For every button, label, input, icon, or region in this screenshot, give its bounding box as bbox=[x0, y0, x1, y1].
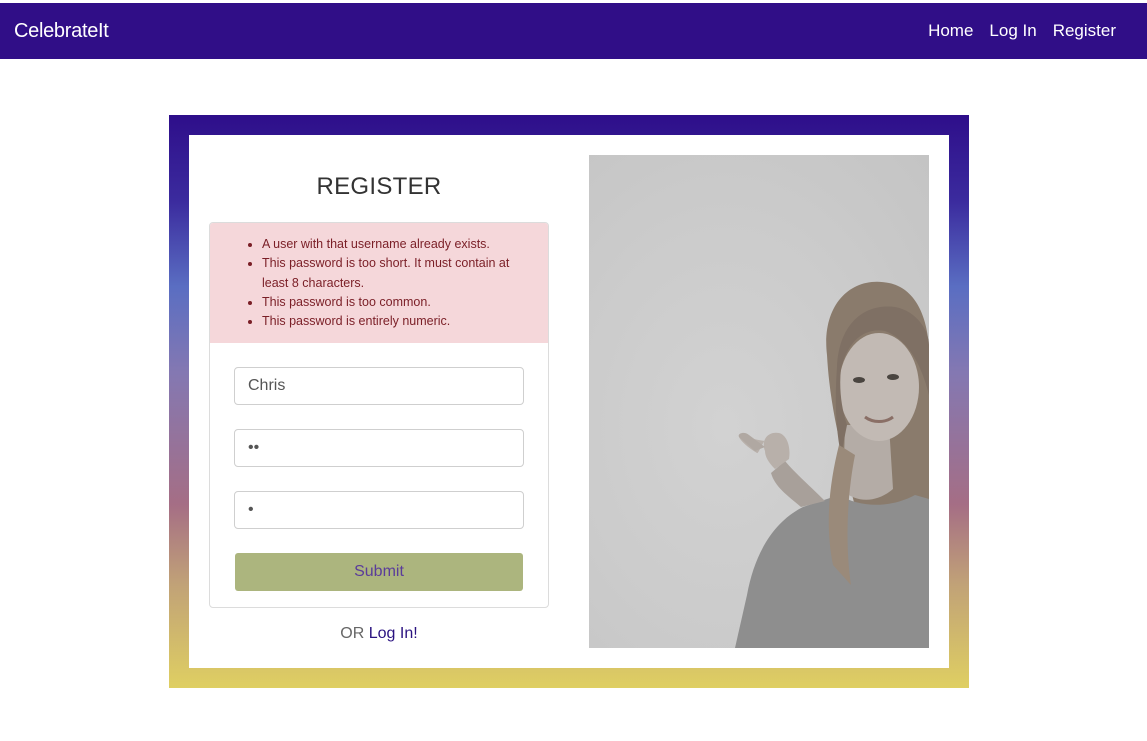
login-link[interactable]: Log In! bbox=[369, 625, 418, 642]
error-item: This password is entirely numeric. bbox=[262, 312, 532, 331]
nav-link-login[interactable]: Log In bbox=[989, 21, 1036, 41]
error-item: A user with that username already exists… bbox=[262, 235, 532, 254]
error-item: This password is too common. bbox=[262, 293, 532, 312]
login-alternative: OR Log In! bbox=[209, 625, 549, 643]
promo-photo bbox=[589, 155, 929, 648]
username-input[interactable] bbox=[234, 367, 524, 405]
submit-button[interactable]: Submit bbox=[235, 553, 523, 591]
password-input[interactable] bbox=[234, 429, 524, 467]
gradient-frame: REGISTER A user with that username alrea… bbox=[169, 115, 969, 688]
error-alert: A user with that username already exists… bbox=[210, 223, 548, 343]
register-panel: REGISTER A user with that username alrea… bbox=[189, 135, 949, 668]
or-label: OR bbox=[340, 625, 365, 642]
error-list: A user with that username already exists… bbox=[210, 235, 532, 331]
brand-logo[interactable]: CelebrateIt bbox=[14, 20, 109, 43]
nav-link-register[interactable]: Register bbox=[1053, 21, 1116, 41]
page-title: REGISTER bbox=[316, 173, 442, 200]
top-navbar: CelebrateIt Home Log In Register bbox=[0, 3, 1147, 59]
error-item: This password is too short. It must cont… bbox=[262, 254, 532, 293]
woman-pointing-image bbox=[735, 281, 929, 648]
register-form-card: A user with that username already exists… bbox=[209, 222, 549, 608]
password-confirm-input[interactable] bbox=[234, 491, 524, 529]
nav-links: Home Log In Register bbox=[928, 21, 1116, 41]
nav-link-home[interactable]: Home bbox=[928, 21, 973, 41]
